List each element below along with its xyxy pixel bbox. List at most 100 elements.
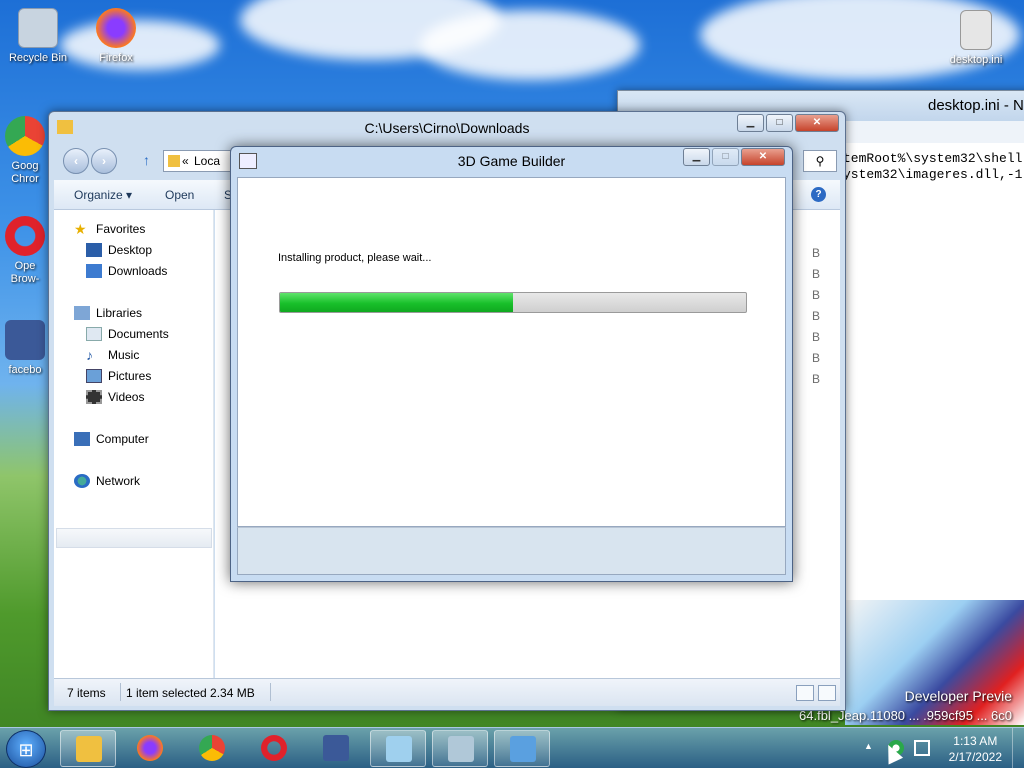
search-box[interactable]: ⚲ <box>803 150 837 172</box>
taskbar-explorer[interactable] <box>60 730 116 767</box>
desktop-icon-chrome[interactable]: Goog Chror <box>0 116 50 186</box>
desktop-icon-desktop-ini[interactable]: desktop.ini <box>940 10 1012 66</box>
installer-footer <box>237 527 786 575</box>
help-icon[interactable]: ? <box>811 187 826 202</box>
documents-icon <box>86 327 102 341</box>
nav-music[interactable]: ♪ Music <box>86 348 139 362</box>
taskbar-installer[interactable] <box>494 730 550 767</box>
desktop-icon-firefox[interactable]: Firefox <box>84 8 148 64</box>
computer-icon <box>74 432 90 446</box>
task-manager-icon <box>448 736 474 762</box>
installer-dialog[interactable]: 3D Game Builder ▁ □ ✕ Installing product… <box>230 146 793 582</box>
nav-label: Videos <box>108 390 145 404</box>
network-icon[interactable] <box>914 740 930 756</box>
navigation-pane: ★ Favorites Desktop Downloads Libraries … <box>54 210 214 678</box>
address-chevron: « <box>182 154 189 168</box>
taskbar-facebook[interactable] <box>308 730 364 767</box>
taskbar-task-manager[interactable] <box>432 730 488 767</box>
nav-favorites[interactable]: ★ Favorites <box>74 222 145 236</box>
minimize-button[interactable]: ▁ <box>683 148 710 166</box>
organize-button[interactable]: Organize ▾ <box>74 188 132 202</box>
nav-libraries[interactable]: Libraries <box>74 306 142 320</box>
installer-body: Installing product, please wait... <box>237 177 786 527</box>
taskbar: ⊞ ▲ 1:13 AM 2/17/2022 <box>0 727 1024 768</box>
search-icon: ⚲ <box>815 154 825 168</box>
ini-file-icon <box>960 10 992 50</box>
maximize-button[interactable]: □ <box>712 148 739 166</box>
install-progress-bar <box>279 292 747 313</box>
show-hidden-icons-arrow[interactable]: ▲ <box>864 741 873 751</box>
installer-icon <box>510 736 536 762</box>
explorer-title: C:\Users\Cirno\Downloads <box>364 120 530 136</box>
downloads-icon <box>86 264 102 278</box>
taskbar-notepad[interactable] <box>370 730 426 767</box>
nav-label: Music <box>108 348 140 362</box>
libraries-icon <box>74 306 90 320</box>
back-button[interactable]: ‹ <box>63 148 89 174</box>
forward-button[interactable]: › <box>91 148 117 174</box>
taskbar-firefox[interactable] <box>122 730 178 767</box>
system-clock[interactable]: 1:13 AM 2/17/2022 <box>949 733 1002 765</box>
taskbar-opera[interactable] <box>246 730 302 767</box>
nav-downloads[interactable]: Downloads <box>86 264 167 278</box>
details-view-button[interactable] <box>796 685 814 701</box>
nav-label: Pictures <box>108 369 152 383</box>
chrome-icon <box>199 735 225 761</box>
show-desktop-button[interactable] <box>1012 728 1024 768</box>
nav-label: Libraries <box>96 306 143 320</box>
nav-pictures[interactable]: Pictures <box>86 369 151 383</box>
desktop-icon-label: Recycle Bin <box>8 52 68 64</box>
nav-desktop[interactable]: Desktop <box>86 243 152 257</box>
pictures-icon <box>86 369 102 383</box>
folder-icon <box>168 155 180 167</box>
maximize-button[interactable]: □ <box>766 114 793 132</box>
taskbar-chrome[interactable] <box>184 730 240 767</box>
nav-videos[interactable]: Videos <box>86 390 144 404</box>
desktop-icon-label: desktop.ini <box>949 54 1003 66</box>
facebook-icon <box>5 320 45 360</box>
windows-logo-icon: ⊞ <box>18 740 34 760</box>
desktop-icon-label: Firefox <box>99 52 133 64</box>
desktop-icon-opera[interactable]: Ope Brow- <box>0 216 50 286</box>
start-button[interactable]: ⊞ <box>6 730 46 768</box>
clock-time: 1:13 AM <box>953 734 998 748</box>
progress-fill <box>280 293 513 312</box>
file-size-fragment: B <box>811 330 820 344</box>
nav-label: Favorites <box>96 222 146 236</box>
star-icon: ★ <box>74 221 87 237</box>
nav-label: Network <box>96 474 141 488</box>
nav-label: Downloads <box>108 264 168 278</box>
desktop-icon-label: facebo <box>8 364 42 376</box>
firefox-icon <box>137 735 163 761</box>
clock-date: 2/17/2022 <box>948 750 1002 764</box>
close-button[interactable]: ✕ <box>741 148 785 166</box>
nav-label: Computer <box>96 432 149 446</box>
chrome-icon <box>5 116 45 156</box>
status-bar: 7 items 1 item selected 2.34 MB <box>54 678 840 706</box>
file-size-fragment: B <box>811 246 820 260</box>
nav-network[interactable]: Network <box>74 474 140 488</box>
desktop-icon-facebook[interactable]: facebo <box>0 320 50 376</box>
notepad-line: temRoot%\system32\shell <box>843 151 1023 166</box>
desktop-icon-recycle-bin[interactable]: Recycle Bin <box>6 8 70 64</box>
nav-computer[interactable]: Computer <box>74 432 149 446</box>
file-size-fragment: B <box>811 288 820 302</box>
file-size-fragment: B <box>811 351 820 365</box>
minimize-button[interactable]: ▁ <box>737 114 764 132</box>
folder-icon <box>57 120 73 134</box>
up-arrow-icon[interactable]: ↑ <box>143 152 150 168</box>
notepad-icon <box>386 736 412 762</box>
facebook-icon <box>323 735 349 761</box>
opera-icon <box>5 216 45 256</box>
install-status-message: Installing product, please wait... <box>278 252 432 264</box>
preview-view-button[interactable] <box>818 685 836 701</box>
nav-documents[interactable]: Documents <box>86 327 169 341</box>
recycle-bin-icon <box>18 8 58 48</box>
desktop-icon-label: Ope Brow- <box>10 260 40 285</box>
open-button[interactable]: Open <box>165 188 194 202</box>
nav-computer-highlight <box>56 528 212 548</box>
videos-icon <box>86 390 102 404</box>
close-button[interactable]: ✕ <box>795 114 839 132</box>
file-size-fragment: B <box>811 372 820 386</box>
status-divider <box>120 683 121 701</box>
